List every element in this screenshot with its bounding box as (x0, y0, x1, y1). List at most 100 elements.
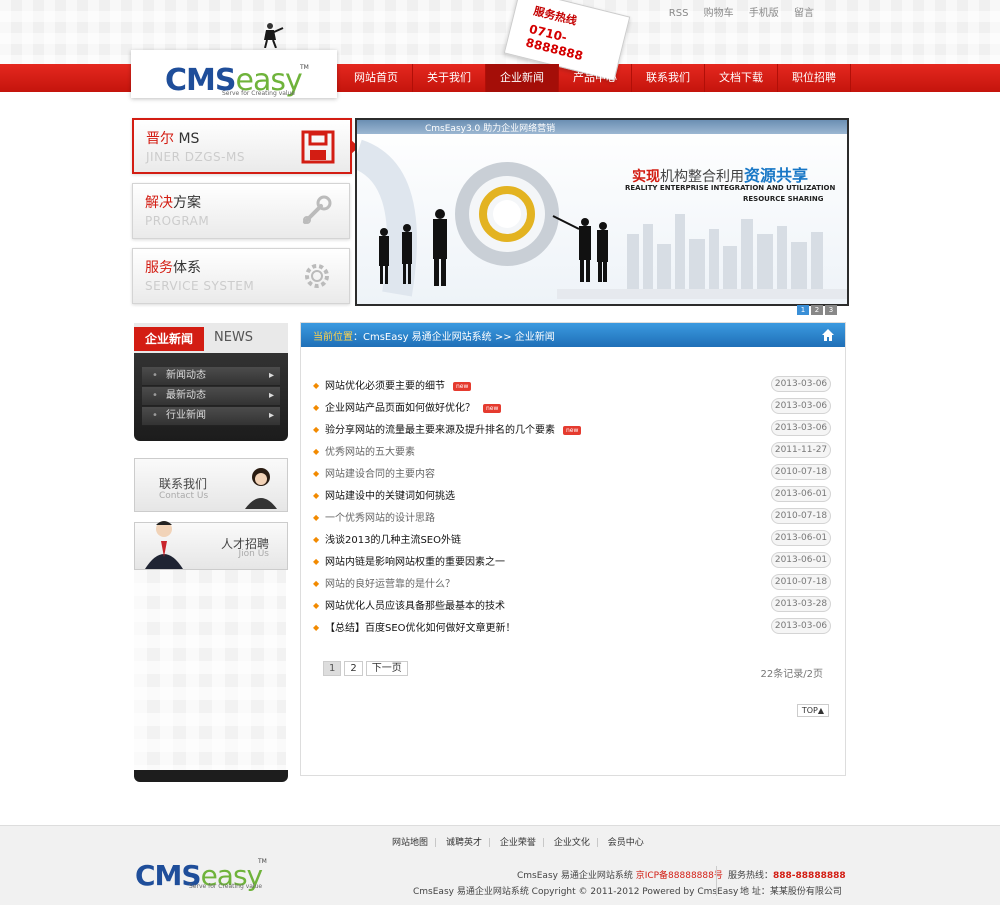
nav-news[interactable]: 企业新闻 (486, 64, 559, 92)
footer-link-careers[interactable]: 诚聘英才 (446, 838, 482, 848)
contact-us-subtitle: Contact Us (159, 491, 209, 501)
article-title-text: 优秀网站的五大要素 (325, 447, 415, 458)
top-link-rss[interactable]: RSS (669, 8, 689, 19)
footer-logo-tm: TM (258, 858, 267, 865)
chevron-right-icon: ▸ (268, 370, 274, 381)
article-title[interactable]: 网站建设中的关键词如何挑选 (325, 487, 455, 502)
article-title[interactable]: 优秀网站的五大要素 (325, 443, 415, 458)
footer: 网站地图 | 诚聘英才 | 企业荣誉 | 企业文化 | 会员中心 CMSeasy TM … (0, 825, 1000, 905)
article-row[interactable]: ◆ 企业网站产品页面如何做好优化？ new 2013-03-06 (313, 397, 833, 419)
footer-icp[interactable]: 京ICP备88888888号 (636, 871, 723, 881)
article-row[interactable]: ◆ 网站优化人员应该具备那些最基本的技术 2013-03-28 (313, 595, 833, 617)
article-title[interactable]: 网站优化人员应该具备那些最基本的技术 (325, 597, 505, 612)
article-title-text: 网站建设中的关键词如何挑选 (325, 491, 455, 502)
article-title[interactable]: 【总结】百度SEO优化如何做好文章更新！ (325, 619, 516, 634)
footer-link-honors[interactable]: 企业荣誉 (500, 838, 536, 848)
slide-dot-2[interactable]: 2 (811, 305, 823, 315)
banner-headline-blue: 资源共享 (744, 166, 809, 185)
side-button-ms-title-red: 晋尔 (146, 131, 174, 147)
article-date: 2010-07-18 (771, 574, 831, 590)
left-news-item[interactable]: • 行业新闻 ▸ (142, 407, 280, 426)
top-link-mobile[interactable]: 手机版 (749, 8, 779, 19)
top-link-cart[interactable]: 购物车 (704, 8, 734, 19)
article-row[interactable]: ◆ 【总结】百度SEO优化如何做好文章更新！ 2013-03-06 (313, 617, 833, 639)
gear-icon (305, 264, 329, 288)
bullet-icon: ◆ (313, 557, 320, 566)
left-news-item[interactable]: • 最新动态 ▸ (142, 387, 280, 406)
article-title[interactable]: 企业网站产品页面如何做好优化？ new (325, 399, 502, 414)
page-1-button[interactable]: 1 (323, 661, 342, 676)
footer-logo-tagline: Serve for Creating value (189, 883, 263, 890)
footer-link-members[interactable]: 会员中心 (608, 838, 644, 848)
article-date: 2013-03-06 (771, 420, 831, 436)
tab-news-en: NEWS (214, 330, 254, 345)
nav-products[interactable]: 产品中心 (559, 64, 632, 92)
article-date: 2013-03-06 (771, 618, 831, 634)
article-title[interactable]: 浅谈2013的几种主流SEO外链 (325, 531, 461, 546)
left-news-item-label: 最新动态 (166, 390, 206, 401)
article-date: 2013-03-06 (771, 376, 831, 392)
main-nav: 网站首页 关于我们 企业新闻 产品中心 联系我们 文档下载 职位招聘 (340, 64, 851, 92)
top-link-message[interactable]: 留言 (794, 8, 814, 19)
nav-home[interactable]: 网站首页 (340, 64, 413, 92)
sidebar-footer-bar (134, 770, 288, 782)
bullet-icon: ◆ (313, 601, 320, 610)
contact-us-box[interactable]: 联系我们 Contact Us (134, 458, 288, 512)
footer-divider (716, 866, 717, 896)
footer-link-culture[interactable]: 企业文化 (554, 838, 590, 848)
article-title-text: 网站优化必须要主要的细节 (325, 381, 445, 392)
tab-company-news[interactable]: 企业新闻 (134, 327, 204, 351)
pagination: 1 2 下一页 (323, 661, 408, 676)
nav-contact[interactable]: 联系我们 (632, 64, 705, 92)
jobs-subtitle: Jion Us (238, 549, 269, 559)
hero-banner[interactable]: CmsEasy3.0 助力企业网络营销 实现机构整合利用资源共享 REALITY… (355, 118, 849, 306)
jobs-box[interactable]: 人才招聘 Jion Us (134, 521, 288, 570)
article-title[interactable]: 网站优化必须要主要的细节 new (325, 377, 472, 392)
article-row[interactable]: ◆ 验分享网站的流量最主要来源及提升排名的几个要素 new 2013-03-06 (313, 419, 833, 441)
new-badge: new (483, 403, 502, 413)
bullet-icon: ◆ (313, 535, 320, 544)
article-title[interactable]: 一个优秀网站的设计思路 (325, 509, 435, 524)
page-2-button[interactable]: 2 (344, 661, 363, 676)
article-date: 2013-06-01 (771, 486, 831, 502)
slide-dot-3[interactable]: 3 (825, 305, 837, 315)
side-button-service[interactable]: 服务体系 SERVICE SYSTEM (132, 248, 350, 304)
side-button-program[interactable]: 解决方案 PROGRAM (132, 183, 350, 239)
back-to-top-button[interactable]: TOP▲ (796, 704, 829, 717)
side-button-program-title-red: 解决 (145, 195, 173, 211)
article-title[interactable]: 网站建设合同的主要内容 (325, 465, 435, 480)
bullet-icon: ◆ (313, 403, 320, 412)
banner-subline-2: RESOURCE SHARING (743, 195, 824, 203)
nav-about[interactable]: 关于我们 (413, 64, 486, 92)
article-date: 2013-06-01 (771, 530, 831, 546)
article-title[interactable]: 网站的良好运营靠的是什么？ (325, 575, 455, 590)
article-row[interactable]: ◆ 一个优秀网站的设计思路 2010-07-18 (313, 507, 833, 529)
chevron-right-icon: ▸ (268, 410, 274, 421)
article-row[interactable]: ◆ 网站内链是影响网站权重的重要因素之一 2013-06-01 (313, 551, 833, 573)
floppy-disk-icon (301, 130, 335, 164)
home-icon[interactable] (821, 328, 835, 342)
article-row[interactable]: ◆ 网站建设中的关键词如何挑选 2013-06-01 (313, 485, 833, 507)
breadcrumb-prefix: 当前位置 (313, 332, 353, 343)
article-row[interactable]: ◆ 网站的良好运营靠的是什么？ 2010-07-18 (313, 573, 833, 595)
left-news-item[interactable]: • 新闻动态 ▸ (142, 367, 280, 386)
article-row[interactable]: ◆ 网站优化必须要主要的细节 new 2013-03-06 (313, 375, 833, 397)
article-row[interactable]: ◆ 浅谈2013的几种主流SEO外链 2013-06-01 (313, 529, 833, 551)
side-button-ms-title: MS (174, 131, 200, 147)
article-title[interactable]: 验分享网站的流量最主要来源及提升排名的几个要素 new (325, 421, 582, 436)
side-button-service-title: 体系 (173, 260, 201, 276)
breadcrumb-path[interactable]: ：CmsEasy 易通企业网站系统 >> 企业新闻 (353, 332, 555, 343)
next-page-button[interactable]: 下一页 (365, 661, 408, 676)
article-date: 2011-11-27 (771, 442, 831, 458)
nav-jobs[interactable]: 职位招聘 (778, 64, 851, 92)
sidebar-pattern (134, 570, 286, 770)
footer-link-sitemap[interactable]: 网站地图 (392, 838, 428, 848)
banner-subline-1: REALITY ENTERPRISE INTEGRATION AND UTILI… (625, 184, 836, 192)
side-button-ms[interactable]: 晋尔 MS JINER DZGS-MS (132, 118, 359, 174)
nav-downloads[interactable]: 文档下载 (705, 64, 778, 92)
side-button-ms-subtitle: JINER DZGS-MS (146, 150, 245, 164)
slide-dot-1[interactable]: 1 (797, 305, 809, 315)
article-row[interactable]: ◆ 优秀网站的五大要素 2011-11-27 (313, 441, 833, 463)
article-row[interactable]: ◆ 网站建设合同的主要内容 2010-07-18 (313, 463, 833, 485)
article-title[interactable]: 网站内链是影响网站权重的重要因素之一 (325, 553, 505, 568)
